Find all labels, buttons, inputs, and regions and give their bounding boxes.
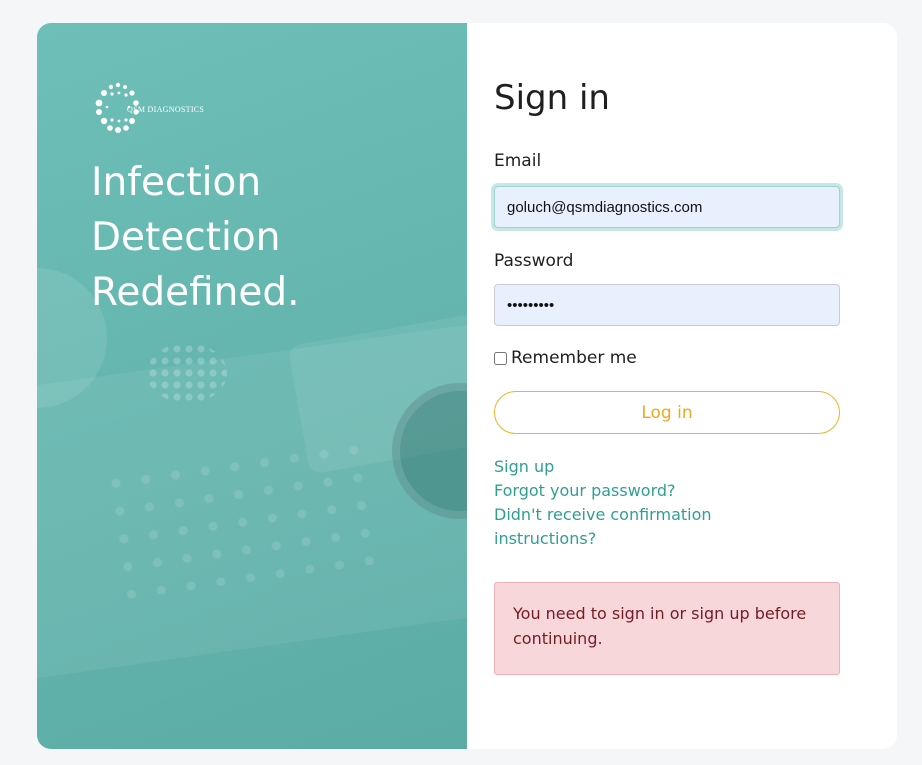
password-field[interactable] xyxy=(494,284,840,326)
email-field[interactable] xyxy=(494,186,840,228)
hero-tagline: Infection Detection Redefined. xyxy=(91,155,431,320)
email-label: Email xyxy=(494,151,542,171)
password-label: Password xyxy=(494,251,574,271)
company-logo: QSM DIAGNOSTICS xyxy=(93,81,204,135)
auth-links: Sign up Forgot your password? Didn't rec… xyxy=(494,455,794,551)
decorative-dots xyxy=(147,343,227,403)
log-in-button[interactable]: Log in xyxy=(494,391,840,434)
remember-me-checkbox[interactable] xyxy=(494,351,507,365)
page-title: Sign in xyxy=(494,78,610,118)
alert-message: You need to sign in or sign up before co… xyxy=(494,582,840,675)
sign-in-card: QSM DIAGNOSTICS Infection Detection Rede… xyxy=(37,23,897,749)
remember-me-label[interactable]: Remember me xyxy=(511,348,637,368)
logo-wordmark: QSM DIAGNOSTICS xyxy=(127,104,205,114)
tagline-line: Infection xyxy=(91,160,262,205)
hero-panel: QSM DIAGNOSTICS Infection Detection Rede… xyxy=(37,23,467,749)
tagline-line: Detection xyxy=(91,215,281,260)
confirmation-instructions-link[interactable]: Didn't receive confirmation instructions… xyxy=(494,503,794,551)
tagline-line: Redefined. xyxy=(91,270,300,315)
remember-me: Remember me xyxy=(494,348,637,368)
forgot-password-link[interactable]: Forgot your password? xyxy=(494,479,794,503)
sign-up-link[interactable]: Sign up xyxy=(494,455,794,479)
